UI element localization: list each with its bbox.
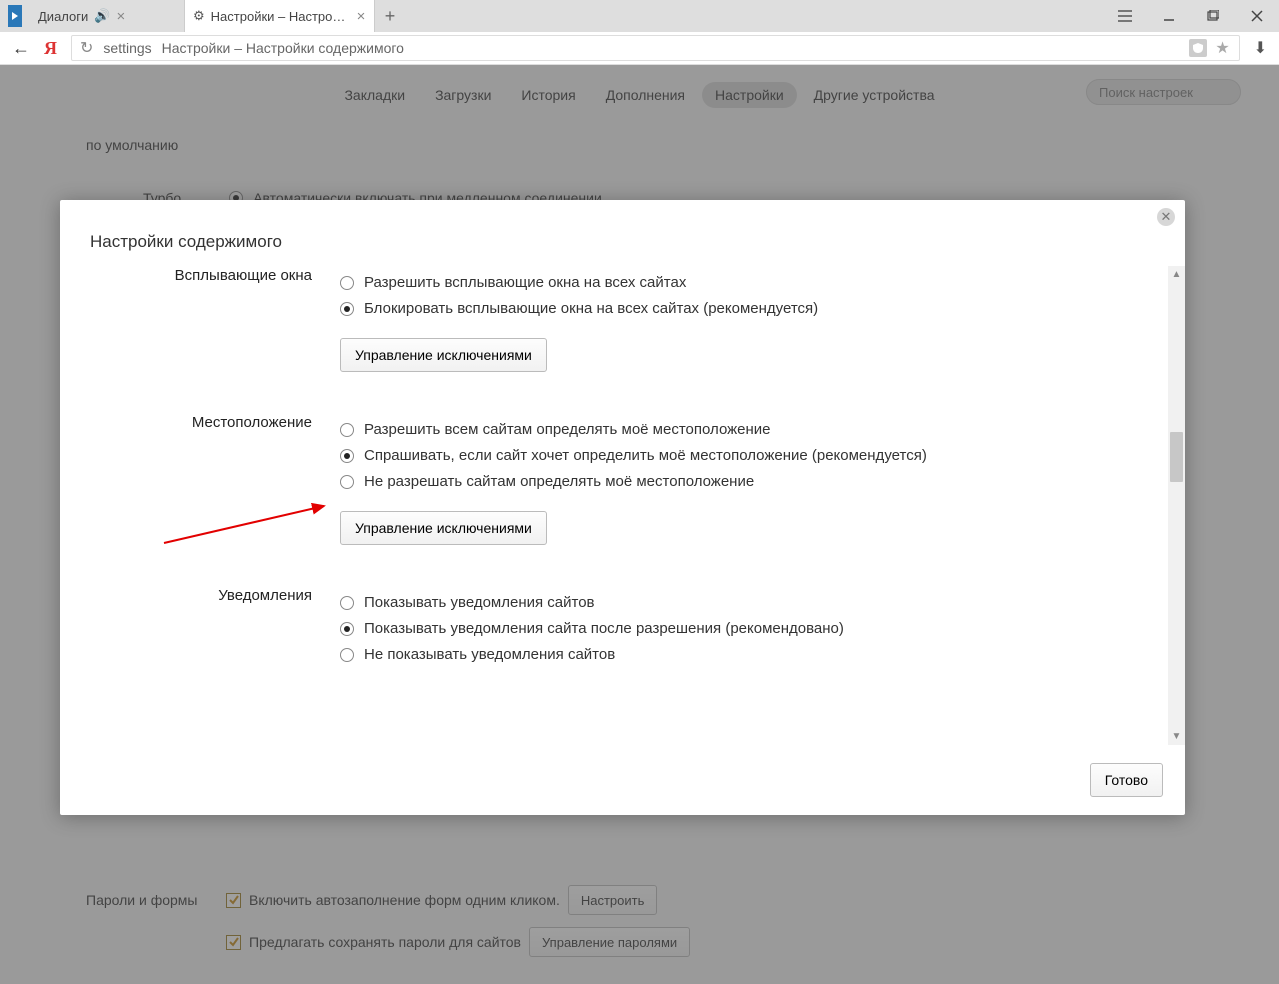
- address-bar: ← Я ↻ settings Настройки – Настройки сод…: [0, 32, 1279, 65]
- option-row[interactable]: Спрашивать, если сайт хочет определить м…: [340, 447, 1185, 464]
- vk-logo-tab[interactable]: [0, 0, 30, 32]
- option-label: Не показывать уведомления сайтов: [364, 646, 615, 663]
- option-row[interactable]: Не показывать уведомления сайтов: [340, 646, 1185, 663]
- radio-icon[interactable]: [340, 449, 354, 463]
- address-path: Настройки – Настройки содержимого: [162, 40, 404, 56]
- close-button[interactable]: [1235, 0, 1279, 32]
- downloads-button[interactable]: ⬇: [1254, 38, 1267, 58]
- back-button[interactable]: ←: [12, 38, 30, 59]
- annotation-arrow: [159, 498, 339, 558]
- content-settings-modal: ✕ Настройки содержимого Всплывающие окна…: [60, 200, 1185, 815]
- bookmark-star-icon[interactable]: ★: [1213, 38, 1233, 58]
- radio-icon[interactable]: [340, 302, 354, 316]
- scroll-thumb[interactable]: [1170, 432, 1183, 482]
- modal-close-button[interactable]: ✕: [1157, 208, 1175, 226]
- radio-icon[interactable]: [340, 596, 354, 610]
- minimize-button[interactable]: [1147, 0, 1191, 32]
- titlebar: Диалоги 🔊 × ⚙ Настройки – Настройки × +: [0, 0, 1279, 32]
- scroll-up-arrow[interactable]: ▲: [1168, 266, 1185, 283]
- radio-icon[interactable]: [340, 622, 354, 636]
- section-0: Всплывающие окна Разрешить всплывающие ок…: [60, 265, 1185, 372]
- section-label: Всплывающие окна: [60, 265, 340, 372]
- new-tab-button[interactable]: +: [375, 0, 405, 32]
- option-row[interactable]: Блокировать всплывающие окна на всех сай…: [340, 300, 1185, 317]
- address-input[interactable]: ↻ settings Настройки – Настройки содержи…: [71, 35, 1240, 61]
- option-row[interactable]: Не разрешать сайтам определять моё место…: [340, 473, 1185, 490]
- tab-title: Настройки – Настройки: [211, 9, 351, 24]
- tab-title: Диалоги: [38, 9, 88, 24]
- option-label: Блокировать всплывающие окна на всех сай…: [364, 300, 818, 317]
- audio-icon: 🔊: [94, 8, 110, 24]
- option-row[interactable]: Разрешить всплывающие окна на всех сайта…: [340, 274, 1185, 291]
- scroll-down-arrow[interactable]: ▼: [1168, 728, 1185, 745]
- address-protocol: settings: [103, 40, 151, 56]
- done-button[interactable]: Готово: [1090, 763, 1163, 797]
- maximize-button[interactable]: [1191, 0, 1235, 32]
- option-row[interactable]: Показывать уведомления сайта после разре…: [340, 620, 1185, 637]
- tab-settings[interactable]: ⚙ Настройки – Настройки ×: [185, 0, 375, 32]
- play-icon: [8, 5, 22, 27]
- section-label: Уведомления: [60, 585, 340, 672]
- radio-icon[interactable]: [340, 475, 354, 489]
- manage-exceptions-button[interactable]: Управление исключениями: [340, 338, 547, 372]
- manage-exceptions-button[interactable]: Управление исключениями: [340, 511, 547, 545]
- option-label: Показывать уведомления сайта после разре…: [364, 620, 844, 637]
- gear-icon: ⚙: [193, 8, 205, 24]
- modal-title: Настройки содержимого: [90, 232, 282, 252]
- section-2: Уведомления Показывать уведомления сайтов…: [60, 585, 1185, 672]
- tab-dialogs[interactable]: Диалоги 🔊 ×: [30, 0, 185, 32]
- tab-close[interactable]: ×: [357, 8, 366, 25]
- radio-icon[interactable]: [340, 276, 354, 290]
- reload-button[interactable]: ↻: [80, 38, 93, 58]
- option-row[interactable]: Показывать уведомления сайтов: [340, 594, 1185, 611]
- option-row[interactable]: Разрешить всем сайтам определять моё мес…: [340, 421, 1185, 438]
- radio-icon[interactable]: [340, 648, 354, 662]
- tab-close[interactable]: ×: [116, 8, 125, 25]
- page-content: Закладки Загрузки История Дополнения Нас…: [0, 65, 1279, 984]
- radio-icon[interactable]: [340, 423, 354, 437]
- option-label: Разрешить всем сайтам определять моё мес…: [364, 421, 771, 438]
- shield-icon[interactable]: [1189, 39, 1207, 57]
- option-label: Спрашивать, если сайт хочет определить м…: [364, 447, 927, 464]
- option-label: Разрешить всплывающие окна на всех сайта…: [364, 274, 686, 291]
- option-label: Не разрешать сайтам определять моё место…: [364, 473, 754, 490]
- option-label: Показывать уведомления сайтов: [364, 594, 595, 611]
- menu-button[interactable]: [1103, 0, 1147, 32]
- modal-scrollbar[interactable]: ▲ ▼: [1168, 266, 1185, 745]
- yandex-logo-icon[interactable]: Я: [44, 38, 57, 59]
